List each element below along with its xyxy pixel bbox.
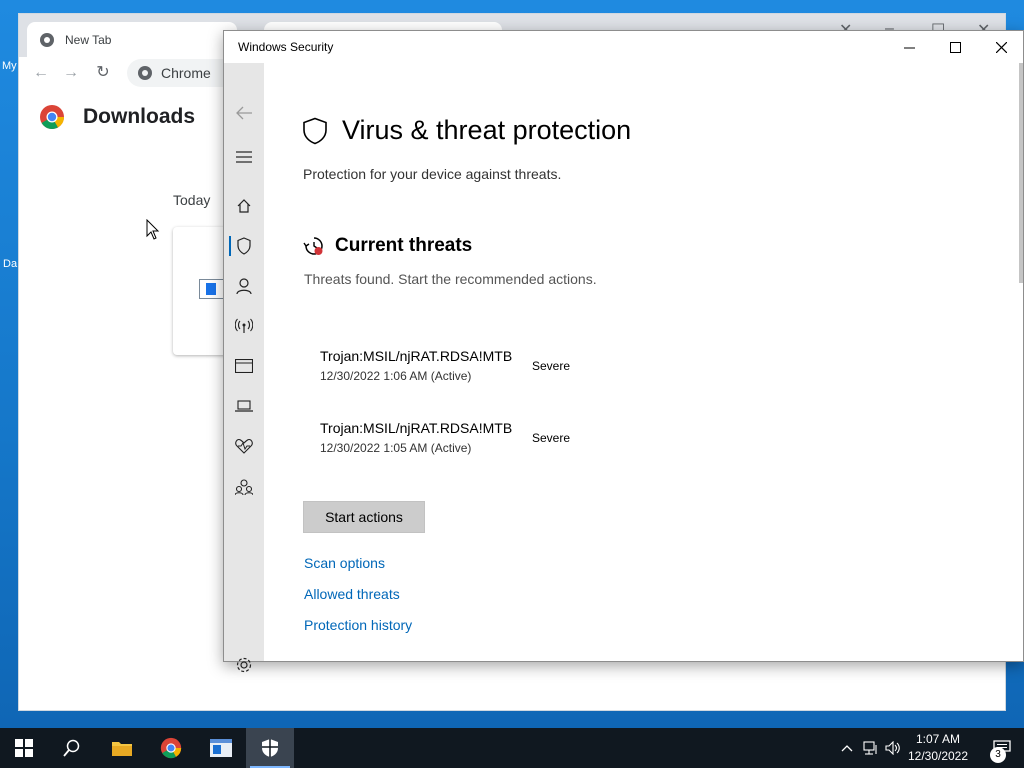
windows-logo-icon — [15, 739, 33, 757]
threat-severity: Severe — [532, 359, 571, 373]
reload-icon[interactable]: ↻ — [93, 63, 113, 83]
maximize-button[interactable] — [932, 31, 978, 63]
clock-time: 1:07 AM — [915, 732, 961, 746]
threat-date: 12/30/2022 1:06 AM (Active) — [320, 369, 472, 383]
mouse-cursor-icon — [146, 219, 160, 240]
threat-item[interactable]: Trojan:MSIL/njRAT.RDSA!MTB 12/30/2022 1:… — [320, 348, 660, 388]
taskbar: 1:07 AM 12/30/2022 3 — [0, 728, 1024, 768]
app-browser-icon[interactable] — [234, 356, 254, 376]
allowed-threats-link[interactable]: Allowed threats — [304, 586, 400, 602]
page-title: Virus & threat protection — [342, 115, 632, 145]
file-explorer-button[interactable] — [98, 728, 146, 768]
clock-date: 12/30/2022 — [907, 749, 969, 763]
threat-name: Trojan:MSIL/njRAT.RDSA!MTB — [320, 348, 513, 364]
start-actions-button[interactable]: Start actions — [303, 501, 425, 533]
chrome-icon — [138, 66, 152, 80]
search-icon — [63, 739, 80, 757]
search-button[interactable] — [48, 728, 96, 768]
scan-options-link[interactable]: Scan options — [304, 555, 385, 571]
folder-icon — [112, 742, 132, 756]
window-app-icon — [210, 739, 232, 757]
minimize-icon — [903, 47, 915, 48]
notification-count-badge: 3 — [990, 747, 1006, 763]
threat-name: Trojan:MSIL/njRAT.RDSA!MTB — [320, 420, 513, 436]
minimize-button[interactable] — [886, 31, 932, 63]
account-icon[interactable] — [234, 276, 254, 296]
threat-alert-icon — [303, 237, 323, 255]
windows-security-taskbar-button[interactable] — [246, 728, 294, 768]
taskbar-clock[interactable]: 1:07 AM 12/30/2022 — [902, 731, 974, 765]
chrome-logo-icon — [160, 737, 182, 759]
downloads-header: Downloads — [39, 104, 195, 130]
scrollbar[interactable] — [1019, 63, 1023, 283]
back-icon[interactable] — [234, 103, 254, 123]
page-subtitle: Protection for your device against threa… — [303, 166, 562, 182]
chrome-icon — [40, 32, 54, 47]
window-body: Virus & threat protection Protection for… — [224, 63, 1023, 673]
section-subtitle: Threats found. Start the recommended act… — [304, 271, 597, 287]
date-section-label: Today — [173, 192, 211, 208]
sidebar — [224, 63, 264, 673]
chevron-up-icon[interactable] — [838, 738, 856, 758]
app-taskbar-button[interactable] — [197, 728, 245, 768]
settings-icon[interactable] — [234, 655, 254, 675]
close-button[interactable] — [978, 31, 1024, 63]
omnibox-text: Chrome — [161, 65, 211, 81]
page-title: Downloads — [83, 105, 196, 128]
chrome-taskbar-button[interactable] — [147, 728, 195, 768]
health-icon[interactable] — [234, 436, 254, 456]
close-icon — [995, 41, 1007, 53]
desktop-icon-label[interactable]: My — [2, 60, 17, 72]
threat-item[interactable]: Trojan:MSIL/njRAT.RDSA!MTB 12/30/2022 1:… — [320, 420, 660, 460]
windows-security-window: Windows Security Virus & threat protecti… — [223, 30, 1024, 673]
threat-severity: Severe — [532, 431, 571, 445]
protection-history-link[interactable]: Protection history — [304, 617, 412, 633]
main-content: Virus & threat protection Protection for… — [264, 63, 1023, 661]
active-indicator — [229, 236, 231, 256]
threat-date: 12/30/2022 1:05 AM (Active) — [320, 441, 472, 455]
page-header: Virus & threat protection — [302, 115, 631, 146]
home-icon[interactable] — [234, 196, 254, 216]
shield-icon — [262, 739, 278, 757]
network-icon[interactable] — [862, 738, 880, 758]
start-button[interactable] — [0, 728, 48, 768]
device-security-icon[interactable] — [234, 396, 254, 416]
chrome-tab-new-tab[interactable]: New Tab — [27, 22, 237, 57]
maximize-icon — [949, 41, 961, 53]
section-title: Current threats — [335, 235, 473, 256]
forward-icon[interactable]: → — [61, 63, 81, 83]
title-bar: Windows Security — [224, 31, 1023, 63]
window-title: Windows Security — [238, 40, 334, 54]
menu-icon[interactable] — [234, 147, 254, 167]
desktop-icon-label[interactable]: Da — [3, 258, 17, 270]
family-icon[interactable] — [234, 477, 254, 497]
chrome-logo-icon — [40, 105, 64, 130]
volume-icon[interactable] — [884, 738, 902, 758]
network-icon[interactable] — [234, 316, 254, 336]
back-icon[interactable]: ← — [31, 63, 51, 83]
shield-icon — [303, 117, 327, 144]
shield-icon[interactable] — [234, 236, 254, 256]
section-header: Current threats — [303, 235, 472, 257]
file-icon — [199, 279, 225, 299]
tab-title: New Tab — [65, 32, 112, 47]
